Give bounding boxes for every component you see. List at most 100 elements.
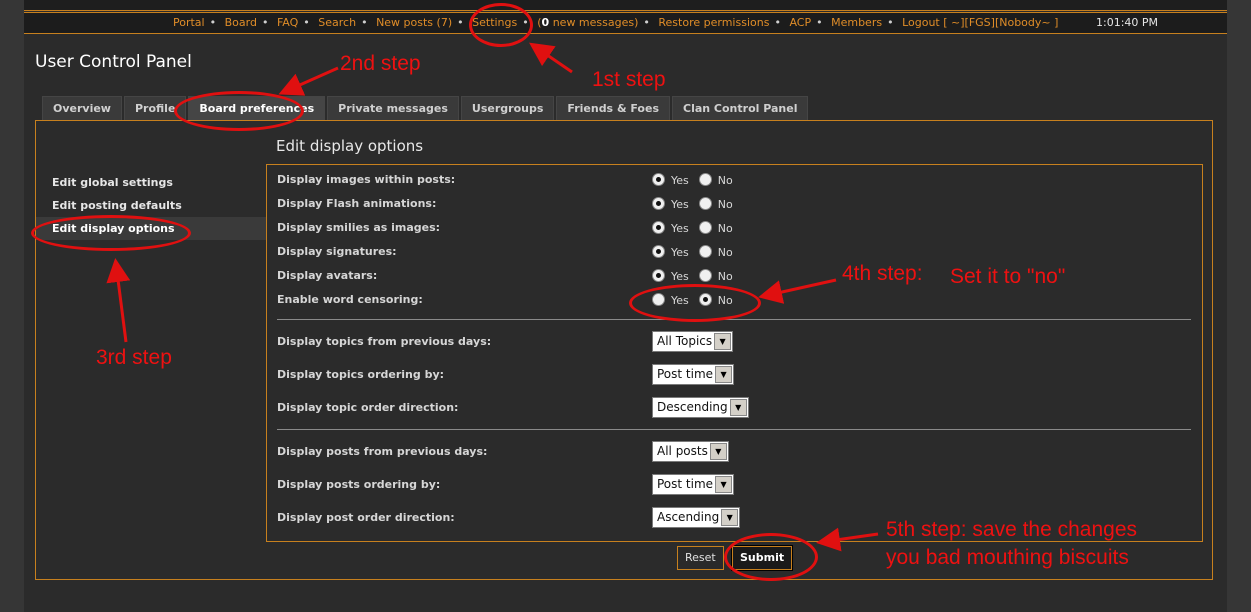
nav-members[interactable]: Members: [831, 16, 882, 29]
radio-no-label: No: [717, 222, 733, 235]
radio-yes[interactable]: [652, 173, 665, 186]
tab-private-messages[interactable]: Private messages: [327, 96, 459, 120]
tab-clan-control-panel[interactable]: Clan Control Panel: [672, 96, 809, 120]
option-radio-group: Yes No: [652, 245, 743, 259]
nav-new-posts[interactable]: New posts (7): [376, 16, 452, 29]
radio-no-label: No: [717, 174, 733, 187]
posts-days-row: Display posts from previous days: All po…: [267, 441, 1202, 465]
topics-direction-row: Display topic order direction: Descendin…: [267, 397, 1202, 421]
option-label: Display images within posts:: [277, 173, 456, 186]
page-title: User Control Panel: [35, 52, 192, 72]
radio-yes-label: Yes: [671, 246, 689, 259]
option-label: Display posts ordering by:: [277, 478, 441, 491]
divider: [277, 429, 1191, 430]
tab-friends-foes[interactable]: Friends & Foes: [556, 96, 670, 120]
select-value: All posts: [657, 444, 708, 458]
dropdown-arrow-icon: ▼: [715, 476, 733, 493]
topics-days-row: Display topics from previous days: All T…: [267, 331, 1202, 355]
radio-yes[interactable]: [652, 197, 665, 210]
nav-restore-permissions[interactable]: Restore permissions: [658, 16, 769, 29]
nav-acp[interactable]: ACP: [789, 16, 811, 29]
clock: 1:01:40 PM: [1096, 16, 1159, 29]
option-row: Display signatures: Yes No: [267, 241, 1202, 265]
nav-portal[interactable]: Portal: [173, 16, 205, 29]
option-label: Display post order direction:: [277, 511, 455, 524]
select-value: Post time: [657, 367, 714, 381]
nav-separator: •: [457, 16, 464, 29]
option-label: Display topics from previous days:: [277, 335, 492, 348]
tab-usergroups[interactable]: Usergroups: [460, 96, 555, 120]
reset-button[interactable]: Reset: [677, 546, 724, 570]
option-label: Enable word censoring:: [277, 293, 423, 306]
radio-no[interactable]: [698, 197, 712, 210]
header-strip: [24, 0, 1227, 11]
option-label: Display topics ordering by:: [277, 368, 445, 381]
option-row: Display images within posts: Yes No: [267, 169, 1202, 193]
option-label: Display topic order direction:: [277, 401, 459, 414]
navbar: Portal • Board • FAQ • Search • New posts (7…: [24, 12, 1227, 34]
radio-no[interactable]: [698, 221, 712, 234]
messages-suffix: new messages): [549, 16, 639, 29]
nav-separator: •: [209, 16, 217, 29]
radio-yes-label: Yes: [671, 174, 689, 187]
option-radio-group: Yes No: [652, 221, 743, 235]
nav-separator: •: [887, 16, 894, 29]
annotation-step5-line1: 5th step: save the changes: [886, 518, 1138, 541]
nav-links: Portal • Board • FAQ • Search • New posts (7…: [173, 13, 1058, 33]
divider: [277, 319, 1191, 320]
select-value: Ascending: [657, 510, 720, 524]
topics-direction-select[interactable]: Descending ▼: [652, 397, 749, 418]
topics-order-select[interactable]: Post time ▼: [652, 364, 735, 385]
nav-separator: •: [361, 16, 368, 29]
option-label: Display posts from previous days:: [277, 445, 488, 458]
annotation-ring-display-options: [31, 215, 191, 251]
option-row: Display smilies as images: Yes No: [267, 217, 1202, 241]
nav-separator: •: [774, 16, 781, 29]
radio-no-label: No: [717, 270, 733, 283]
radio-yes[interactable]: [652, 269, 665, 282]
radio-no[interactable]: [698, 173, 712, 186]
option-label: Display signatures:: [277, 245, 397, 258]
annotation-ring-board-preferences: [174, 91, 304, 131]
dropdown-arrow-icon: ▼: [709, 443, 727, 460]
annotation-step5-line2: you bad mouthing biscuits: [886, 546, 1129, 569]
radio-no-label: No: [717, 198, 733, 211]
nav-faq[interactable]: FAQ: [277, 16, 298, 29]
option-radio-group: Yes No: [652, 269, 743, 283]
radio-yes-label: Yes: [671, 198, 689, 211]
tab-overview[interactable]: Overview: [42, 96, 122, 120]
radio-no[interactable]: [698, 269, 712, 282]
sidebar-item-global-settings[interactable]: Edit global settings: [36, 171, 266, 194]
annotation-step1: 1st step: [592, 68, 666, 91]
background-left: [0, 0, 24, 612]
sidebar-item-posting-defaults[interactable]: Edit posting defaults: [36, 194, 266, 217]
topics-days-select[interactable]: All Topics ▼: [652, 331, 734, 352]
annotation-ring-settings: [469, 3, 533, 47]
posts-direction-select[interactable]: Ascending ▼: [652, 507, 741, 528]
nav-logout[interactable]: Logout [ ~][FGS][Nobody~ ]: [902, 16, 1058, 29]
option-label: Display Flash animations:: [277, 197, 437, 210]
topics-order-row: Display topics ordering by: Post time ▼: [267, 364, 1202, 388]
dropdown-arrow-icon: ▼: [729, 399, 747, 416]
nav-messages[interactable]: (0 new messages): [537, 16, 638, 29]
option-row: Display Flash animations: Yes No: [267, 193, 1202, 217]
option-radio-group: Yes No: [652, 197, 743, 211]
annotation-step4: 4th step:: [842, 262, 923, 285]
annotation-ring-censoring: [629, 284, 761, 322]
dropdown-arrow-icon: ▼: [715, 366, 733, 383]
tab-bar: Overview Profile Board preferences Priva…: [42, 96, 810, 120]
radio-yes[interactable]: [652, 221, 665, 234]
nav-search[interactable]: Search: [318, 16, 356, 29]
dropdown-arrow-icon: ▼: [721, 509, 739, 526]
option-radio-group: Yes No: [652, 173, 743, 187]
radio-yes-label: Yes: [671, 270, 689, 283]
radio-yes-label: Yes: [671, 222, 689, 235]
nav-board[interactable]: Board: [225, 16, 257, 29]
annotation-step2: 2nd step: [340, 52, 421, 75]
radio-yes[interactable]: [652, 245, 665, 258]
posts-order-select[interactable]: Post time ▼: [652, 474, 735, 495]
select-value: Descending: [657, 400, 728, 414]
radio-no[interactable]: [698, 245, 712, 258]
posts-days-select[interactable]: All posts ▼: [652, 441, 729, 462]
background-right: [1227, 0, 1251, 612]
